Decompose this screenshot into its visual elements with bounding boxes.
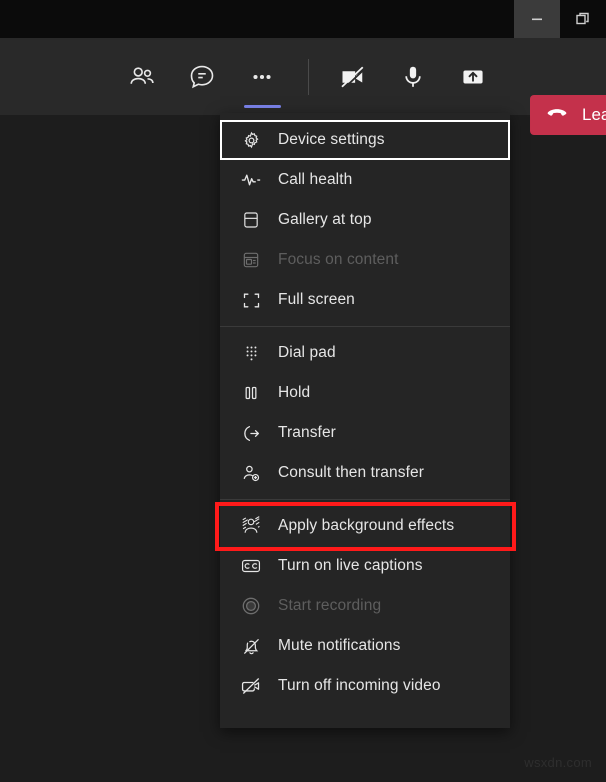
minimize-button[interactable] bbox=[514, 0, 560, 38]
video-off-icon bbox=[240, 675, 262, 697]
teams-call-window: Leave Device settings Call health Gallery … bbox=[0, 0, 606, 782]
window-controls bbox=[514, 0, 606, 38]
active-tab-indicator bbox=[244, 104, 281, 108]
hang-up-icon bbox=[544, 100, 570, 131]
menu-item-dial-pad[interactable]: Dial pad bbox=[220, 333, 510, 373]
menu-item-label: Consult then transfer bbox=[278, 464, 424, 481]
pulse-icon bbox=[240, 169, 262, 191]
menu-item-consult-then-transfer[interactable]: Consult then transfer bbox=[220, 453, 510, 493]
menu-item-apply-background-effects[interactable]: Apply background effects bbox=[215, 502, 516, 551]
camera-button[interactable] bbox=[331, 55, 375, 99]
menu-item-label: Gallery at top bbox=[278, 211, 372, 228]
record-icon bbox=[240, 595, 262, 617]
restore-icon bbox=[575, 11, 591, 27]
share-tray-icon bbox=[459, 63, 487, 91]
share-content-button[interactable] bbox=[451, 55, 495, 99]
dial-pad-icon bbox=[240, 342, 262, 364]
menu-item-label: Apply background effects bbox=[278, 517, 455, 534]
camera-off-icon bbox=[338, 62, 368, 92]
minimize-icon bbox=[530, 12, 544, 26]
consult-transfer-icon bbox=[240, 462, 262, 484]
more-actions-menu: Device settings Call health Gallery at top… bbox=[215, 113, 516, 728]
hold-icon bbox=[240, 382, 262, 404]
menu-item-device-settings[interactable]: Device settings bbox=[220, 120, 510, 160]
background-effects-icon bbox=[240, 515, 262, 537]
menu-item-label: Mute notifications bbox=[278, 637, 401, 654]
menu-item-call-health[interactable]: Call health bbox=[220, 160, 510, 200]
menu-item-label: Device settings bbox=[278, 131, 385, 148]
leave-call-button[interactable]: Leave bbox=[530, 95, 606, 135]
menu-item-label: Focus on content bbox=[278, 251, 399, 268]
menu-separator bbox=[220, 499, 510, 500]
menu-item-label: Turn off incoming video bbox=[278, 677, 441, 694]
full-screen-icon bbox=[240, 289, 262, 311]
people-icon bbox=[127, 62, 157, 92]
menu-item-label: Transfer bbox=[278, 424, 336, 441]
transfer-icon bbox=[240, 422, 262, 444]
menu-item-mute-notifications[interactable]: Mute notifications bbox=[220, 626, 510, 666]
menu-item-label: Dial pad bbox=[278, 344, 336, 361]
leave-label: Leave bbox=[582, 105, 606, 124]
participants-button[interactable] bbox=[120, 55, 164, 99]
more-options-button[interactable] bbox=[240, 55, 284, 108]
gear-icon bbox=[240, 129, 262, 151]
more-options-icon bbox=[249, 64, 275, 90]
watermark: wsxdn.com bbox=[524, 755, 592, 770]
closed-captions-icon bbox=[240, 555, 262, 577]
menu-item-hold[interactable]: Hold bbox=[220, 373, 510, 413]
chat-icon bbox=[187, 62, 217, 92]
microphone-button[interactable] bbox=[391, 55, 435, 99]
bell-off-icon bbox=[240, 635, 262, 657]
menu-separator bbox=[220, 326, 510, 327]
menu-item-gallery-at-top[interactable]: Gallery at top bbox=[220, 200, 510, 240]
chat-button[interactable] bbox=[180, 55, 224, 99]
menu-item-start-recording: Start recording bbox=[220, 586, 510, 626]
microphone-icon bbox=[399, 63, 427, 91]
gallery-top-icon bbox=[240, 209, 262, 231]
menu-item-label: Hold bbox=[278, 384, 311, 401]
menu-item-label: Full screen bbox=[278, 291, 355, 308]
menu-item-label: Start recording bbox=[278, 597, 382, 614]
menu-item-focus-on-content: Focus on content bbox=[220, 240, 510, 280]
call-toolbar: Leave bbox=[0, 38, 606, 135]
menu-item-turn-off-incoming-video[interactable]: Turn off incoming video bbox=[220, 666, 510, 706]
title-bar bbox=[0, 0, 606, 38]
toolbar-divider bbox=[308, 58, 309, 95]
menu-item-turn-on-live-captions[interactable]: Turn on live captions bbox=[220, 546, 510, 586]
menu-item-transfer[interactable]: Transfer bbox=[220, 413, 510, 453]
restore-button[interactable] bbox=[560, 0, 606, 38]
menu-item-label: Turn on live captions bbox=[278, 557, 423, 574]
menu-item-full-screen[interactable]: Full screen bbox=[220, 280, 510, 320]
menu-item-label: Call health bbox=[278, 171, 353, 188]
focus-content-icon bbox=[240, 249, 262, 271]
